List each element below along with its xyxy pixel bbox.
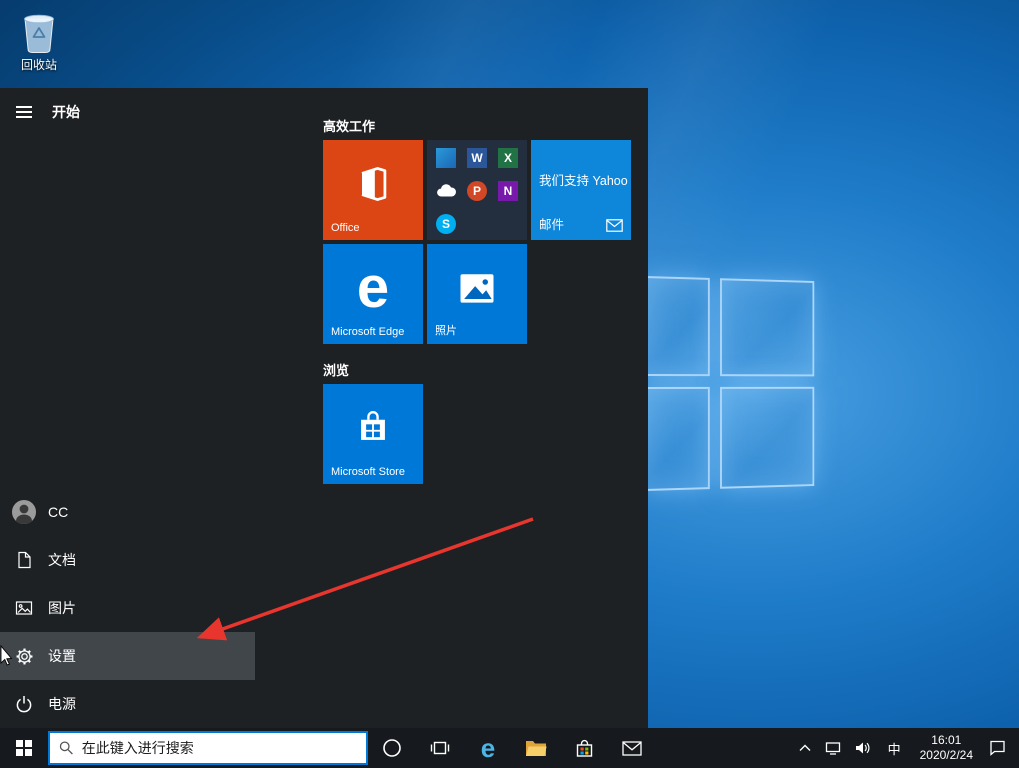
desktop: 回收站 开始 xyxy=(0,0,1019,768)
search-icon xyxy=(59,740,74,756)
wallpaper-pane xyxy=(645,387,710,491)
hamburger-menu-button[interactable] xyxy=(0,88,48,136)
start-nav-power[interactable]: 电源 xyxy=(0,680,255,728)
hamburger-icon xyxy=(16,106,32,108)
user-avatar-icon xyxy=(0,499,48,525)
taskbar: e xyxy=(0,728,1019,768)
notification-icon xyxy=(989,740,1006,756)
yahoo-tile-label: 邮件 xyxy=(539,214,564,233)
skype-icon: S xyxy=(436,214,456,234)
tile-label-photos: 照片 xyxy=(435,322,457,338)
store-icon xyxy=(575,739,594,758)
tile-group-title-productivity: 高效工作 xyxy=(323,116,631,131)
volume-tray-button[interactable] xyxy=(848,728,878,768)
tile-grid-explore: Microsoft Store xyxy=(323,384,631,484)
windows-logo-icon xyxy=(16,740,33,757)
chevron-up-icon xyxy=(799,744,811,752)
tile-office[interactable]: Office xyxy=(323,140,423,240)
cortana-button[interactable] xyxy=(368,728,416,768)
network-tray-button[interactable] xyxy=(818,728,848,768)
taskbar-search[interactable] xyxy=(48,731,368,765)
pictures-icon xyxy=(0,599,48,617)
search-input[interactable] xyxy=(82,740,357,756)
task-view-icon xyxy=(430,739,450,757)
tray-time: 16:01 xyxy=(931,733,961,748)
wallpaper-pane xyxy=(720,278,814,376)
start-nav-settings[interactable]: 设置 xyxy=(0,632,255,680)
tile-office-folder[interactable]: W X P N S xyxy=(427,140,527,240)
cortana-icon xyxy=(382,738,402,758)
tray-overflow-button[interactable] xyxy=(792,728,818,768)
start-nav-bottom: CC 文档 xyxy=(0,488,255,728)
tile-microsoft-edge[interactable]: e Microsoft Edge xyxy=(323,244,423,344)
yahoo-tile-text: 我们支持 Yahoo xyxy=(539,170,628,189)
wallpaper-pane xyxy=(645,276,710,376)
tile-label-store: Microsoft Store xyxy=(331,466,405,478)
tile-photos[interactable]: 照片 xyxy=(427,244,527,344)
nav-label-documents: 文档 xyxy=(48,550,76,570)
taskbar-clock[interactable]: 16:01 2020/2/24 xyxy=(911,728,982,768)
nav-label-user: CC xyxy=(48,504,68,520)
windows-logo-wallpaper xyxy=(645,276,814,491)
recycle-bin[interactable]: 回收站 xyxy=(8,8,70,73)
action-center-button[interactable] xyxy=(982,728,1019,768)
start-nav-user[interactable]: CC xyxy=(0,488,255,536)
nav-label-pictures: 图片 xyxy=(48,598,76,618)
tile-grid-productivity: Office W X P N S xyxy=(323,140,631,344)
start-menu-title: 开始 xyxy=(52,102,80,122)
tile-group-title-explore: 浏览 xyxy=(323,360,631,375)
mail-envelope-icon xyxy=(606,219,623,232)
onenote-icon: N xyxy=(498,181,518,201)
wallpaper-pane xyxy=(720,387,814,489)
gear-icon xyxy=(0,647,48,666)
mail-taskbar-button[interactable] xyxy=(608,728,656,768)
tray-date: 2020/2/24 xyxy=(920,748,973,763)
start-nav-pictures[interactable]: 图片 xyxy=(0,584,255,632)
word-icon: W xyxy=(467,148,487,168)
system-tray: 中 16:01 2020/2/24 xyxy=(792,728,1019,768)
excel-icon: X xyxy=(498,148,518,168)
start-nav-header: 开始 xyxy=(0,88,255,136)
edge-taskbar-button[interactable]: e xyxy=(464,728,512,768)
tile-microsoft-store[interactable]: Microsoft Store xyxy=(323,384,423,484)
start-menu: 开始 CC xyxy=(0,88,648,728)
recycle-bin-icon xyxy=(18,8,60,54)
speaker-icon xyxy=(855,741,871,755)
edge-icon: e xyxy=(481,735,495,761)
file-explorer-icon xyxy=(525,739,547,757)
power-icon xyxy=(0,695,48,713)
start-button[interactable] xyxy=(0,728,48,768)
recycle-bin-label: 回收站 xyxy=(21,56,57,73)
ime-indicator[interactable]: 中 xyxy=(878,728,911,768)
tile-yahoo-mail[interactable]: 我们支持 Yahoo 邮件 xyxy=(531,140,631,240)
teams-icon xyxy=(436,148,456,168)
onedrive-icon xyxy=(436,181,456,201)
document-icon xyxy=(0,551,48,569)
file-explorer-button[interactable] xyxy=(512,728,560,768)
office-folder-apps: W X P N S xyxy=(436,148,518,234)
store-taskbar-button[interactable] xyxy=(560,728,608,768)
tile-label-office: Office xyxy=(331,222,360,234)
task-view-button[interactable] xyxy=(416,728,464,768)
start-tiles-area: 高效工作 Office W X xyxy=(255,88,631,728)
start-nav-column: 开始 CC xyxy=(0,88,255,728)
tile-label-edge: Microsoft Edge xyxy=(331,326,404,338)
mail-icon xyxy=(622,741,642,756)
powerpoint-icon: P xyxy=(467,181,487,201)
start-nav-documents[interactable]: 文档 xyxy=(0,536,255,584)
nav-label-power: 电源 xyxy=(48,694,76,714)
network-icon xyxy=(825,741,841,755)
nav-label-settings: 设置 xyxy=(48,646,76,666)
